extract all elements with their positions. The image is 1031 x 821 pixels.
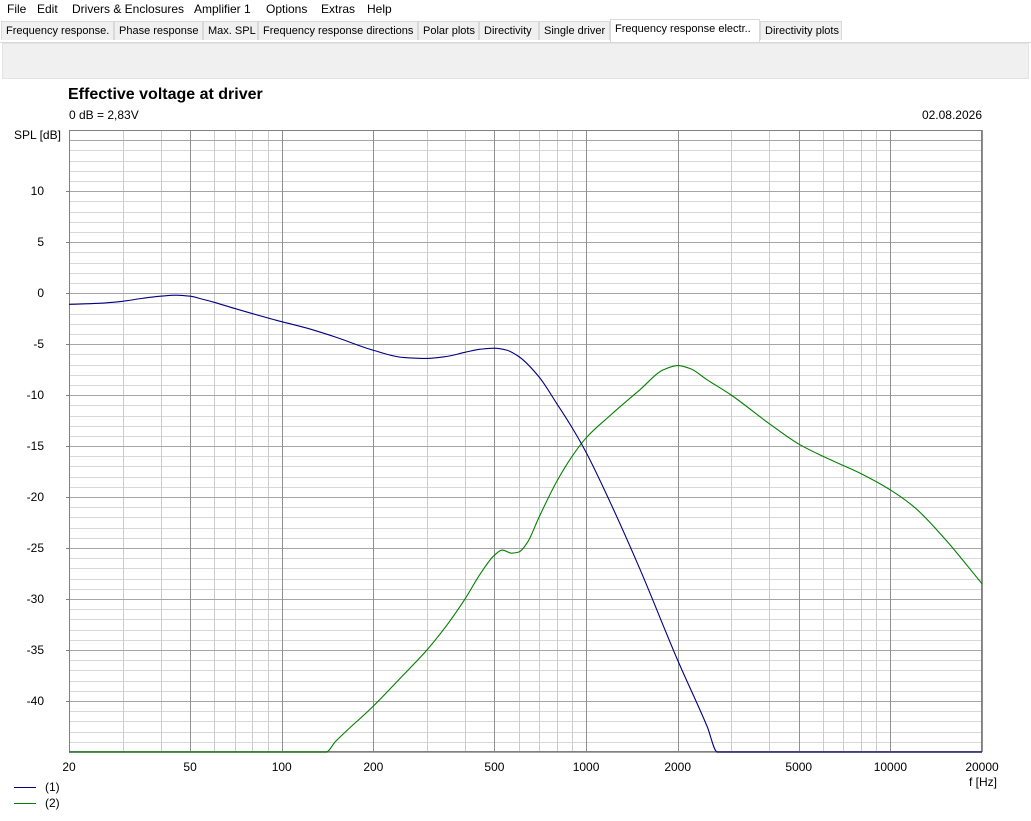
x-tick-label: 20000 [965,760,999,774]
x-tick-label: 10000 [874,760,908,774]
legend-line-2 [14,803,36,804]
y-tick-label: 5 [37,235,44,249]
x-tick-label: 500 [484,760,504,774]
x-tick-label: 5000 [785,760,812,774]
y-tick-label: -30 [27,592,45,606]
legend-item-1: (1) [14,780,74,795]
y-tick-label: -15 [27,439,45,453]
frequency-response-chart: 1050-5-10-15-20-25-30-35-4020 50 100 200 500… [27,130,999,774]
x-tick-label: 200 [363,760,383,774]
y-tick-label: -25 [27,541,45,555]
x-tick-label: 20 [62,760,76,774]
y-tick-label: -35 [27,643,45,657]
y-tick-label: -10 [27,388,45,402]
legend-label-1: (1) [45,780,60,794]
y-tick-label: -5 [33,337,44,351]
legend-line-1 [14,787,36,788]
y-tick-label: 0 [37,286,44,300]
x-tick-label: 100 [272,760,292,774]
legend-item-2: (2) [14,796,74,811]
x-tick-label: 2000 [664,760,691,774]
y-tick-label: -20 [27,490,45,504]
plot-area [69,130,982,752]
y-tick-label: 10 [31,184,45,198]
x-tick-label: 50 [183,760,197,774]
y-tick-label: -40 [27,694,45,708]
legend-label-2: (2) [45,796,60,810]
x-tick-label: 1000 [573,760,600,774]
